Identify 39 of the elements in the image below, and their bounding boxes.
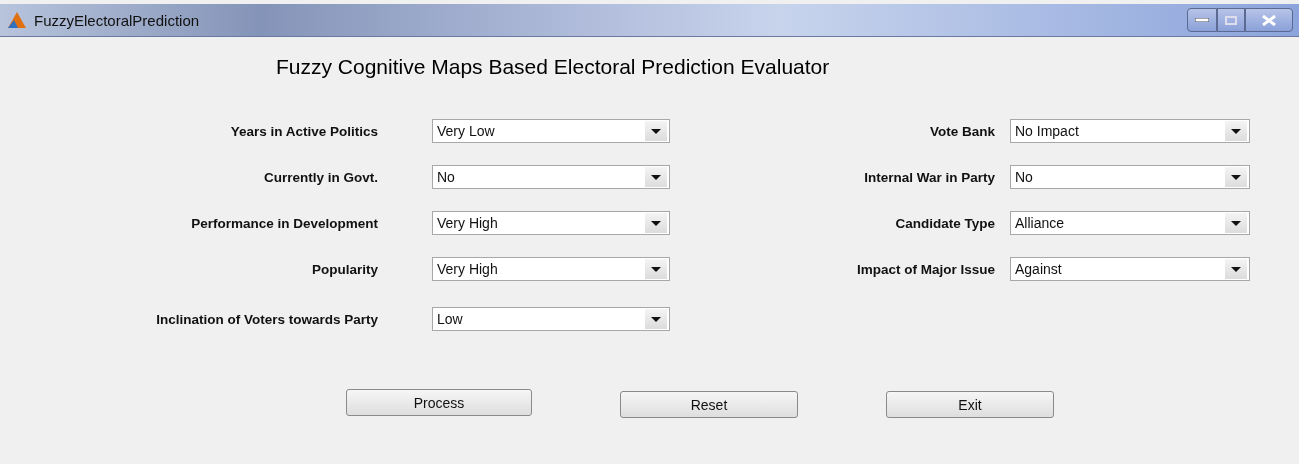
dropdown[interactable]: Very High: [432, 211, 670, 235]
minimize-button[interactable]: [1187, 8, 1217, 32]
dropdown[interactable]: No: [1010, 165, 1250, 189]
field-label: Candidate Type: [894, 215, 995, 231]
caret-icon: [1225, 121, 1247, 141]
caret-icon: [645, 167, 667, 187]
field-label: Performance in Development: [190, 215, 378, 231]
field-label: Inclination of Voters towards Party: [155, 311, 378, 327]
action-button[interactable]: Reset: [620, 391, 798, 418]
field-label: Popularity: [311, 261, 378, 277]
dropdown[interactable]: Low: [432, 307, 670, 331]
caret-icon: [645, 309, 667, 329]
minimize-icon: [1195, 18, 1209, 22]
caret-icon: [1225, 259, 1247, 279]
maximize-button[interactable]: [1217, 8, 1245, 32]
caret-icon: [645, 259, 667, 279]
field-label: Internal War in Party: [863, 169, 995, 185]
maximize-icon: [1225, 15, 1237, 25]
caret-icon: [1225, 213, 1247, 233]
window-title: FuzzyElectoralPrediction: [34, 11, 201, 29]
caret-icon: [1225, 167, 1247, 187]
caret-icon: [645, 213, 667, 233]
action-button[interactable]: Exit: [886, 391, 1054, 418]
dropdown[interactable]: Against: [1010, 257, 1250, 281]
close-button[interactable]: [1245, 8, 1293, 32]
heading: Fuzzy Cognitive Maps Based Electoral Prediction Evaluator: [276, 55, 831, 79]
dropdown[interactable]: Alliance: [1010, 211, 1250, 235]
field-label: Impact of Major Issue: [855, 261, 995, 277]
dropdown[interactable]: No Impact: [1010, 119, 1250, 143]
action-button[interactable]: Process: [346, 389, 532, 416]
app-icon: [8, 12, 26, 28]
field-label: Years in Active Politics: [229, 123, 378, 139]
caret-icon: [645, 121, 667, 141]
field-label: Currently in Govt.: [263, 169, 378, 185]
field-label: Vote Bank: [929, 123, 995, 139]
dropdown[interactable]: Very Low: [432, 119, 670, 143]
dropdown[interactable]: No: [432, 165, 670, 189]
close-icon: [1262, 14, 1276, 26]
dropdown[interactable]: Very High: [432, 257, 670, 281]
